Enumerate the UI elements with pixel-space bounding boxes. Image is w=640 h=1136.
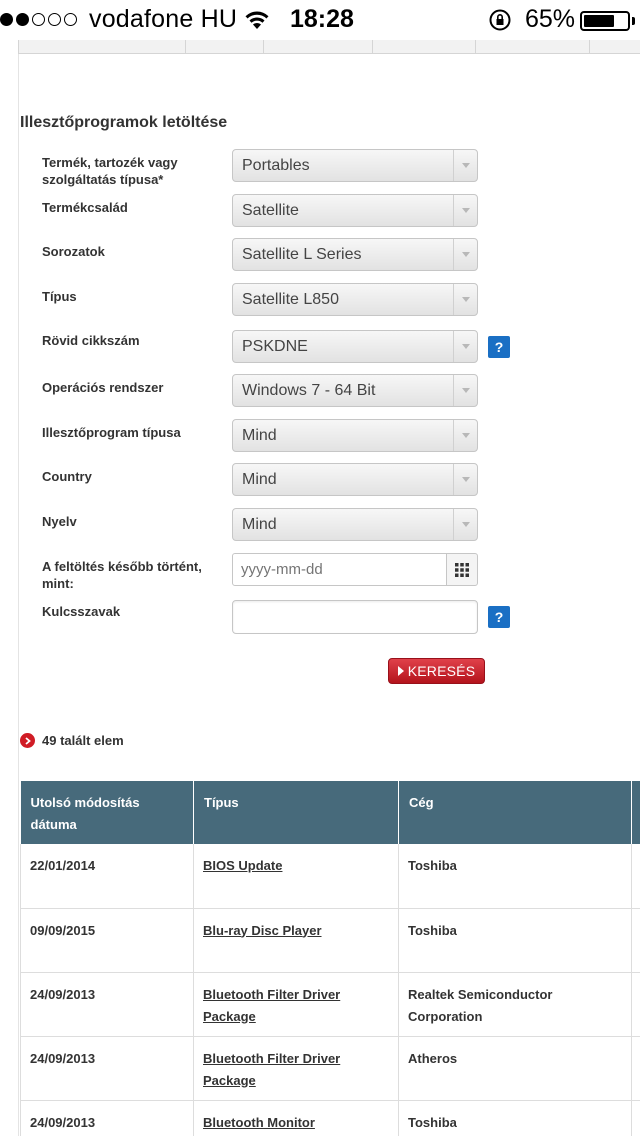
results-count-text: 49 talált elem [42, 733, 124, 748]
table-row: 24/09/2013 Bluetooth Filter Driver Packa… [20, 972, 640, 1037]
model-label: Típus [42, 289, 77, 304]
table-row: 24/09/2013 Bluetooth Monitor Toshiba [20, 1100, 640, 1136]
cell-company: Atheros [398, 1036, 632, 1101]
cell-extra [631, 1036, 640, 1101]
carrier-name: vodafone HU [89, 5, 238, 33]
chevron-down-icon [453, 464, 477, 495]
cell-extra [631, 1100, 640, 1136]
wifi-icon [245, 11, 269, 29]
product-type-value: Portables [242, 157, 310, 174]
chevron-down-icon [453, 150, 477, 181]
cell-type: Bluetooth Filter Driver Package [193, 972, 399, 1037]
column-header-type[interactable]: Típus [193, 781, 399, 844]
chevron-down-icon [453, 375, 477, 406]
driver-type-link[interactable]: Bluetooth Filter Driver Package [203, 1051, 340, 1088]
keywords-input[interactable] [232, 600, 478, 634]
cell-date: 24/09/2013 [20, 972, 194, 1037]
results-count: 49 talált elem [20, 733, 124, 748]
driver-type-link[interactable]: Bluetooth Monitor [203, 1115, 315, 1130]
country-select[interactable]: Mind [232, 463, 478, 496]
upload-date-label: A feltöltés később történt, mint: [42, 559, 202, 591]
series-label: Sorozatok [42, 244, 105, 259]
table-row: 22/01/2014 BIOS Update Toshiba [20, 844, 640, 909]
cell-date: 09/09/2015 [20, 908, 194, 973]
language-label: Nyelv [42, 514, 77, 529]
search-button-label: KERESÉS [407, 663, 476, 679]
os-value: Windows 7 - 64 Bit [242, 382, 376, 399]
driver-type-label: Illesztőprogram típusa [42, 425, 181, 440]
cell-type: Bluetooth Monitor [193, 1100, 399, 1136]
chevron-down-icon [453, 239, 477, 270]
cell-date: 24/09/2013 [20, 1100, 194, 1136]
product-family-label: Termékcsalád [42, 200, 128, 215]
product-type-label: Termék, tartozék vagy szolgáltatás típus… [42, 155, 178, 187]
part-number-value: PSKDNE [242, 338, 308, 355]
part-number-help-icon[interactable]: ? [488, 336, 510, 358]
cell-extra [631, 844, 640, 909]
cell-type: Bluetooth Filter Driver Package [193, 1036, 399, 1101]
column-header-extra [631, 781, 640, 844]
table-row: 24/09/2013 Bluetooth Filter Driver Packa… [20, 1036, 640, 1101]
os-label: Operációs rendszer [42, 380, 164, 395]
part-number-label: Rövid cikkszám [42, 333, 140, 348]
cell-date: 22/01/2014 [20, 844, 194, 909]
series-select[interactable]: Satellite L Series [232, 238, 478, 271]
play-arrow-icon [397, 666, 404, 676]
cell-extra [631, 908, 640, 973]
content-border [18, 54, 19, 1136]
cell-company: Toshiba [398, 844, 632, 909]
nav-tabs-strip[interactable] [18, 40, 640, 54]
calendar-icon[interactable] [446, 553, 478, 586]
product-family-select[interactable]: Satellite [232, 194, 478, 227]
table-header-row: Utolsó módosítás dátuma Típus Cég [20, 781, 640, 844]
driver-type-link[interactable]: Bluetooth Filter Driver Package [203, 987, 340, 1024]
model-value: Satellite L850 [242, 291, 339, 308]
chevron-down-icon [453, 509, 477, 540]
country-label: Country [42, 469, 92, 484]
status-bar: vodafone HU 18:28 65% [0, 0, 640, 40]
chevron-right-icon [20, 733, 35, 748]
product-family-value: Satellite [242, 202, 299, 219]
os-select[interactable]: Windows 7 - 64 Bit [232, 374, 478, 407]
cell-company: Toshiba [398, 1100, 632, 1136]
language-select[interactable]: Mind [232, 508, 478, 541]
upload-date-input[interactable] [232, 553, 447, 586]
column-header-company[interactable]: Cég [398, 781, 632, 844]
cell-company: Toshiba [398, 908, 632, 973]
model-select[interactable]: Satellite L850 [232, 283, 478, 316]
cell-extra [631, 972, 640, 1037]
results-table: Utolsó módosítás dátuma Típus Cég 22/01/… [20, 781, 640, 1136]
chevron-down-icon [453, 284, 477, 315]
keywords-label: Kulcsszavak [42, 604, 121, 619]
series-value: Satellite L Series [242, 246, 362, 263]
table-row: 09/09/2015 Blu-ray Disc Player Toshiba [20, 908, 640, 973]
page-title: Illesztőprogramok letöltése [20, 114, 228, 131]
cell-type: BIOS Update [193, 844, 399, 909]
cell-type: Blu-ray Disc Player [193, 908, 399, 973]
driver-type-link[interactable]: Blu-ray Disc Player [203, 923, 322, 938]
driver-type-value: Mind [242, 427, 277, 444]
keywords-help-icon[interactable]: ? [488, 606, 510, 628]
clock: 18:28 [290, 5, 354, 33]
battery-percentage: 65% [525, 5, 576, 33]
country-value: Mind [242, 471, 277, 488]
search-button[interactable]: KERESÉS [388, 658, 485, 684]
chevron-down-icon [453, 195, 477, 226]
chevron-down-icon [453, 331, 477, 362]
column-header-date[interactable]: Utolsó módosítás dátuma [20, 781, 194, 844]
part-number-select[interactable]: PSKDNE [232, 330, 478, 363]
driver-type-link[interactable]: BIOS Update [203, 858, 282, 873]
battery-tip [632, 17, 635, 25]
signal-strength-icon [0, 13, 77, 26]
driver-type-select[interactable]: Mind [232, 419, 478, 452]
chevron-down-icon [453, 420, 477, 451]
rotation-lock-icon [489, 9, 511, 31]
language-value: Mind [242, 516, 277, 533]
product-type-select[interactable]: Portables [232, 149, 478, 182]
cell-date: 24/09/2013 [20, 1036, 194, 1101]
cell-company: Realtek Semiconductor Corporation [398, 972, 632, 1037]
battery-icon [580, 11, 630, 31]
